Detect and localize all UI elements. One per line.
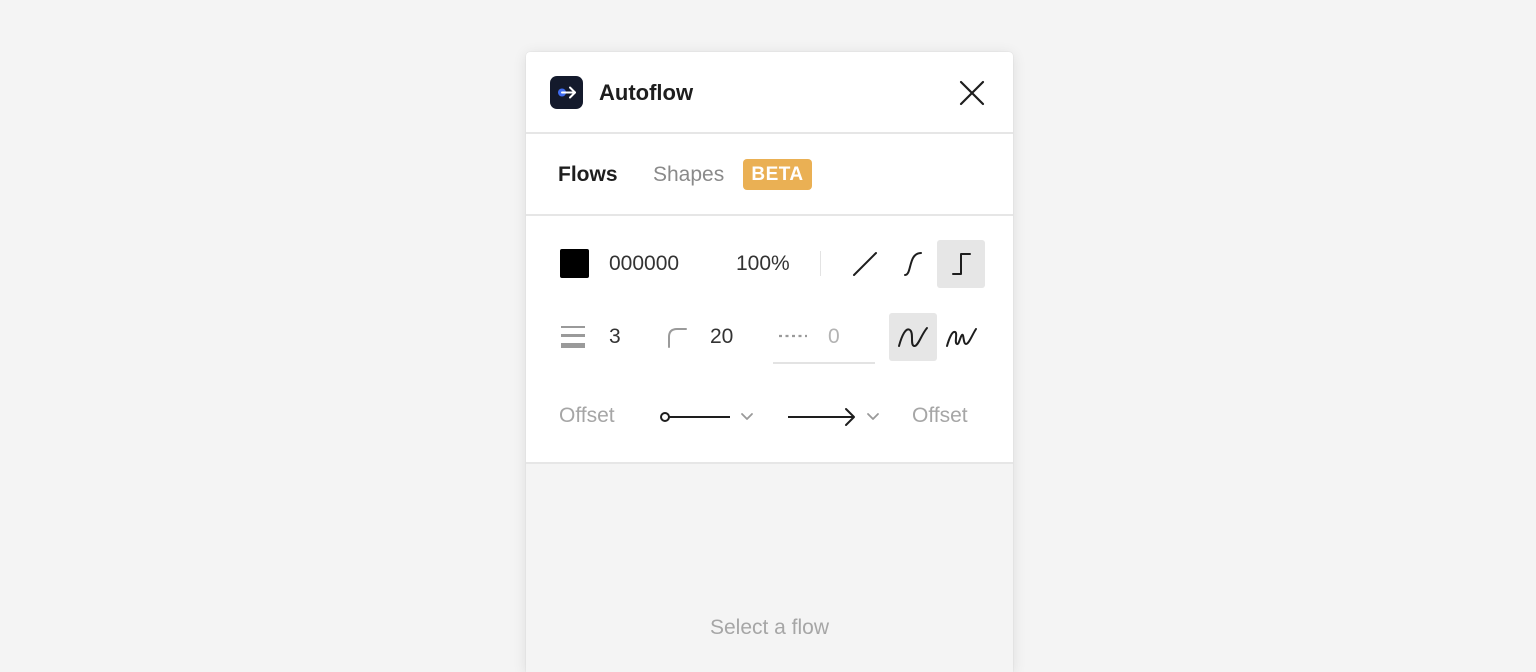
dash-input[interactable]: 0 [773,310,875,364]
close-icon[interactable] [958,79,986,107]
tab-flows[interactable]: Flows [558,162,618,188]
straight-line-icon [853,252,877,276]
empty-state: Select a flow [526,464,1013,672]
chevron-down-icon [867,413,879,420]
end-cap-dropdown[interactable] [784,402,884,430]
angled-line-button[interactable] [937,240,985,288]
curved-line-button[interactable] [889,240,937,288]
beta-badge: BETA [743,159,812,190]
end-offset-button[interactable]: Offset [912,403,968,429]
tab-shapes[interactable]: Shapes [653,162,724,188]
curved-line-icon [904,252,922,276]
divider [820,251,821,276]
tab-bar: Flows Shapes BETA [526,134,1013,216]
corner-radius-icon [666,326,688,348]
start-cap-dropdown[interactable] [658,402,758,430]
color-swatch[interactable] [560,249,589,278]
panel-header: Autoflow [526,52,1013,134]
autoflow-panel: Autoflow Flows Shapes BETA 000000 100% 3… [526,52,1013,672]
color-hex-input[interactable]: 000000 [609,251,679,277]
arrow-cap-icon [788,408,855,426]
straight-line-button[interactable] [840,240,888,288]
autoflow-logo-icon [550,76,583,109]
corner-radius-input[interactable]: 20 [710,324,733,350]
sketchy-line-button[interactable] [937,313,985,361]
panel-title: Autoflow [599,80,694,105]
chevron-down-icon [741,413,753,420]
start-offset-button[interactable]: Offset [559,403,615,429]
dash-icon [777,323,809,349]
sketchy-line-icon [946,328,977,347]
angled-line-icon [952,253,971,275]
stroke-width-input[interactable]: 3 [609,324,621,350]
stroke-width-icon [560,322,586,350]
empty-state-message: Select a flow [709,616,830,639]
dash-value: 0 [828,325,840,348]
opacity-input[interactable]: 100% [736,251,790,277]
smooth-line-button[interactable] [889,313,937,361]
smooth-line-icon [898,327,928,347]
flow-style-controls: 000000 100% 3 20 0 Offset Offset [526,216,1013,464]
circle-cap-icon [660,412,730,422]
